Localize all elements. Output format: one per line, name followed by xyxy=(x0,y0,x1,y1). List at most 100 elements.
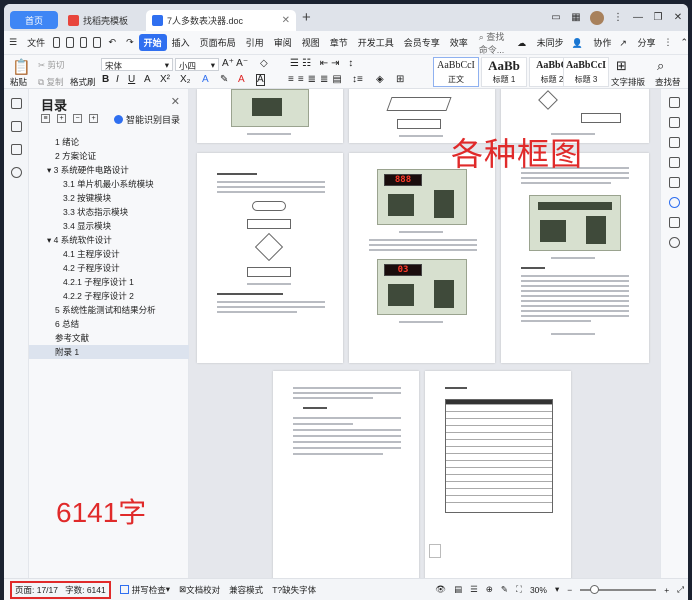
toc-settings-icon[interactable]: ≡ xyxy=(41,114,50,123)
page-and-word-count[interactable]: 页面: 17/17 字数: 6141 xyxy=(10,580,111,599)
menu-page-layout[interactable]: 页面布局 xyxy=(195,36,241,49)
outline-view-icon[interactable]: ☰ xyxy=(470,584,478,595)
toc-item[interactable]: ▾ 3 系统硬件电路设计 xyxy=(29,163,189,177)
menu-home[interactable]: 开始 xyxy=(138,34,167,51)
collapse-ribbon-icon[interactable]: ⌃ xyxy=(680,37,688,48)
unsynced-button[interactable]: ☁ 未同步 xyxy=(517,36,564,49)
clear-format-icon[interactable]: ◇ xyxy=(260,58,268,69)
preview-icon[interactable] xyxy=(93,37,101,48)
highlight-icon[interactable]: ✎ xyxy=(220,74,228,85)
close-tab-icon[interactable]: ✕ xyxy=(282,15,290,26)
tab-document[interactable]: 7人多数表决器.doc ✕ xyxy=(146,9,296,31)
expand-all-icon[interactable]: + xyxy=(57,114,66,123)
fullscreen-icon[interactable]: ⤢ xyxy=(677,584,684,595)
location-icon[interactable] xyxy=(669,197,680,208)
spell-check-toggle[interactable]: 拼写检查 ▾ xyxy=(119,584,170,596)
more-menu-icon[interactable]: ⋮ xyxy=(663,37,672,48)
command-search[interactable]: ⌕ 查找命令... xyxy=(479,30,509,56)
style-normal[interactable]: AaBbCcI 正文 xyxy=(433,57,479,87)
align-icons[interactable]: ≡≡≣≣▤ xyxy=(288,74,346,85)
save-icon[interactable] xyxy=(53,37,61,48)
maximize-icon[interactable]: ❐ xyxy=(648,12,668,23)
toc-item[interactable]: 3.2 按键模块 xyxy=(29,191,189,205)
grid-icon[interactable]: ▦ xyxy=(566,12,586,23)
web-view-icon[interactable]: ⊕ xyxy=(486,584,493,595)
table-icon[interactable] xyxy=(669,217,680,228)
compat-mode[interactable]: 兼容模式 xyxy=(229,584,263,596)
zoom-slider[interactable] xyxy=(580,584,657,594)
menu-insert[interactable]: 插入 xyxy=(167,36,195,49)
toc-item[interactable]: 4.2.1 子程序设计 1 xyxy=(29,275,189,289)
avatar[interactable] xyxy=(590,10,604,25)
eye-icon[interactable]: 👁 xyxy=(435,584,446,595)
find-replace-button[interactable]: 查找替 xyxy=(655,76,681,88)
toc-item[interactable]: 4.1 主程序设计 xyxy=(29,247,189,261)
zoom-level[interactable]: 30% xyxy=(530,585,547,595)
menu-efficiency[interactable]: 效率 xyxy=(445,36,473,49)
page-view-icon[interactable]: ▤ xyxy=(454,584,462,595)
menu-review[interactable]: 审阅 xyxy=(269,36,297,49)
smart-toc-button[interactable]: 智能识别目录 xyxy=(113,113,180,126)
subscript-icon[interactable]: X₂ xyxy=(180,74,191,85)
menu-file[interactable]: 文件 xyxy=(22,36,50,49)
print-icon[interactable] xyxy=(79,37,88,48)
select-tool-icon[interactable] xyxy=(669,97,680,108)
collaborate-button[interactable]: 👤 协作 xyxy=(572,36,612,49)
pen-icon[interactable] xyxy=(669,117,680,128)
zoom-dropdown-icon[interactable]: ▾ xyxy=(555,584,559,595)
toc-panel-icon[interactable] xyxy=(10,98,22,109)
zoom-out-icon[interactable]: − xyxy=(567,585,572,595)
page-navigation-icon[interactable] xyxy=(429,544,441,558)
adjust-icon[interactable] xyxy=(669,137,680,148)
toc-item[interactable]: 1 绪论 xyxy=(29,135,189,149)
write-view-icon[interactable]: ✎ xyxy=(501,584,508,595)
export-icon[interactable] xyxy=(66,37,74,48)
redo-icon[interactable]: ↷ xyxy=(121,37,139,48)
hamburger-icon[interactable]: ☰ xyxy=(4,37,22,48)
undo-icon[interactable]: ↶ xyxy=(104,37,122,48)
collapse-all-icon[interactable]: − xyxy=(73,114,82,123)
toc-item[interactable]: 3.1 单片机最小系统模块 xyxy=(29,177,189,191)
font-effect-icon[interactable]: A xyxy=(202,74,209,85)
zoom-in-icon[interactable]: + xyxy=(664,585,669,595)
new-tab-button[interactable]: + xyxy=(302,9,311,26)
toc-item[interactable]: 4.2.2 子程序设计 2 xyxy=(29,289,189,303)
close-window-icon[interactable]: ✕ xyxy=(668,12,688,23)
toc-item[interactable]: 3.3 状态指示模块 xyxy=(29,205,189,219)
menu-chapter[interactable]: 章节 xyxy=(325,36,353,49)
more-icon[interactable]: ⋮ xyxy=(608,12,628,23)
toc-item[interactable]: 5 系统性能测试和结果分析 xyxy=(29,303,189,317)
font-name-select[interactable]: 宋体 ▾ xyxy=(101,58,173,71)
grow-font-icon[interactable]: A⁺ A⁻ xyxy=(222,58,248,69)
char-border-icon[interactable]: A xyxy=(256,74,265,86)
toc-item[interactable]: 2 方案论证 xyxy=(29,149,189,163)
menu-developer[interactable]: 开发工具 xyxy=(353,36,399,49)
proofread-button[interactable]: ⊠ 文档校对 xyxy=(179,584,220,596)
bookmark-icon[interactable] xyxy=(10,144,22,155)
borders-icon[interactable]: ⊞ xyxy=(396,74,404,85)
image-icon[interactable] xyxy=(669,177,680,188)
toc-item[interactable]: 4.2 子程序设计 xyxy=(29,261,189,275)
minimize-icon[interactable]: — xyxy=(628,12,648,23)
zoom-slider-handle[interactable] xyxy=(590,584,600,594)
italic-icon[interactable]: I xyxy=(116,74,119,85)
underline-icon[interactable]: U xyxy=(128,74,135,85)
strikethrough-icon[interactable]: A xyxy=(144,74,151,85)
find-icon[interactable]: ⌕ xyxy=(657,58,664,74)
pages-panel-icon[interactable] xyxy=(10,121,22,132)
bold-icon[interactable]: B xyxy=(102,74,109,85)
toc-item[interactable]: 参考文献 xyxy=(29,331,189,345)
search-icon[interactable] xyxy=(10,167,22,178)
format-icon[interactable] xyxy=(669,157,680,168)
document-canvas[interactable]: 888 03 各种框图 xyxy=(189,89,660,578)
fit-icon[interactable]: ⛶ xyxy=(516,584,522,595)
line-spacing-icon[interactable]: ↕≡ xyxy=(352,74,363,85)
tab-home[interactable]: 首页 xyxy=(10,11,58,29)
superscript-icon[interactable]: X² xyxy=(160,74,170,85)
style-heading-1[interactable]: AaBb 标题 1 xyxy=(481,57,527,87)
font-color-icon[interactable]: A xyxy=(238,74,245,85)
text-layout-button[interactable]: 文字排版 xyxy=(611,76,645,88)
style-heading-3[interactable]: AaBbCcI 标题 3 xyxy=(563,57,609,87)
copy-button[interactable]: ⧉ 复制 xyxy=(38,76,63,88)
paste-icon[interactable]: 📋 xyxy=(12,58,31,76)
